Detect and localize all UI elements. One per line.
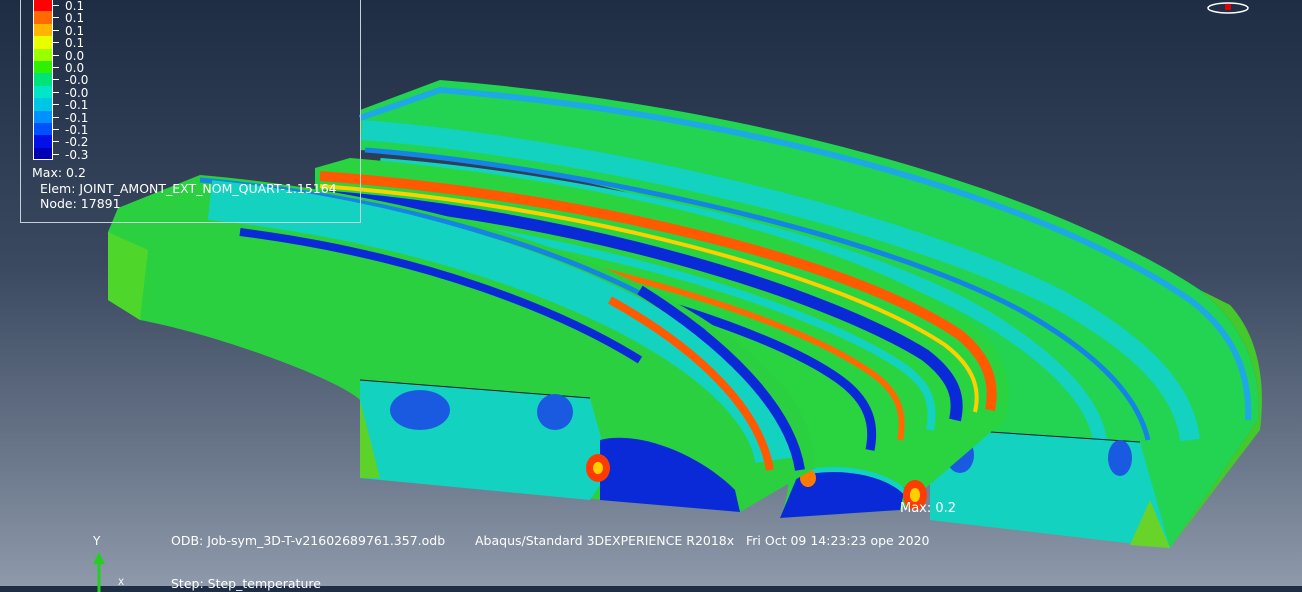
- legend-swatch: [33, 147, 53, 161]
- legend-entry: -0.2: [33, 135, 353, 150]
- legend-swatch: [33, 135, 53, 148]
- legend-tick: [53, 141, 59, 143]
- legend-swatch: [33, 23, 53, 37]
- legend-entry: 0.1: [33, 36, 353, 51]
- legend-swatch: [33, 123, 53, 136]
- legend-entry: 0.0: [33, 48, 353, 63]
- legend-entry: 0.1: [33, 0, 353, 13]
- legend-tick: [53, 153, 59, 155]
- legend-value: 0.1: [65, 11, 85, 26]
- legend-value: 0.0: [65, 48, 85, 63]
- legend-tick: [53, 54, 59, 56]
- legend-tick: [53, 5, 59, 6]
- legend-tick: [53, 116, 59, 118]
- legend-tick: [53, 129, 59, 130]
- odb-file-label: ODB: Job-sym_3D-T-v21602689761.357.odb: [171, 533, 446, 548]
- triad-x-label: X: [118, 578, 125, 588]
- axis-triad-icon: [93, 552, 105, 592]
- legend-value: 0.1: [65, 36, 85, 51]
- legend-swatch: [33, 110, 53, 123]
- legend-swatch: [33, 11, 53, 24]
- viewport[interactable]: 0.1 0.1 0.1 0.1 0.0 0.0 -0.0 -0.0 -0.1 -0.1 -0.1 -0…: [0, 0, 1302, 592]
- legend-value: 0.1: [65, 0, 85, 13]
- legend-tick: [53, 91, 59, 93]
- legend-swatch: [33, 73, 53, 86]
- legend-value: -0.1: [65, 98, 89, 113]
- legend-tick: [53, 104, 59, 106]
- legend-entry: 0.1: [33, 11, 353, 26]
- legend-entry: -0.0: [33, 73, 353, 88]
- legend-tick: [53, 67, 59, 68]
- legend-tick: [53, 79, 59, 81]
- legend-value: -0.2: [65, 135, 89, 150]
- legend-entry: -0.1: [33, 98, 353, 113]
- datetime-label: Fri Oct 09 14:23:23 ope 2020: [746, 533, 930, 548]
- legend-value: -0.0: [65, 73, 89, 88]
- legend-entry: -0.1: [33, 110, 353, 125]
- legend-value: -0.0: [65, 85, 89, 100]
- legend-entry: -0.1: [33, 123, 353, 137]
- legend-node-label: Node: 17891: [40, 196, 121, 211]
- legend-entry: -0.0: [33, 85, 353, 100]
- legend-value: 0.1: [65, 23, 85, 38]
- legend-swatch: [33, 48, 53, 61]
- legend-value: -0.1: [65, 123, 89, 137]
- legend-entry: 0.0: [33, 61, 353, 75]
- view-compass-icon[interactable]: [1204, 0, 1252, 20]
- legend-value: -0.1: [65, 110, 89, 125]
- triad-y-label: Y: [93, 534, 101, 548]
- legend-swatch: [33, 61, 53, 74]
- max-value-marker: Max: 0.2: [900, 501, 957, 516]
- legend-max-label: Max: 0.2: [32, 165, 86, 180]
- legend-value: -0.3: [65, 147, 89, 162]
- legend-swatch: [33, 98, 53, 111]
- contour-legend: 0.1 0.1 0.1 0.1 0.0 0.0 -0.0 -0.0 -0.1 -0.1 -0.1 -0…: [20, 0, 361, 223]
- legend-tick: [53, 17, 59, 19]
- legend-swatch: [33, 36, 53, 49]
- legend-tick: [53, 42, 59, 44]
- legend-swatch: [33, 85, 53, 99]
- step-label: Step: Step_temperature: [171, 576, 321, 591]
- legend-swatch: [33, 0, 53, 12]
- solver-version-label: Abaqus/Standard 3DEXPERIENCE R2018x: [475, 533, 735, 548]
- legend-entry: 0.1: [33, 23, 353, 38]
- legend-element-label: Elem: JOINT_AMONT_EXT_NOM_QUART-1.15164: [40, 181, 337, 196]
- legend-entry: -0.3: [33, 147, 353, 162]
- legend-value: 0.0: [65, 61, 85, 75]
- legend-tick: [53, 29, 59, 31]
